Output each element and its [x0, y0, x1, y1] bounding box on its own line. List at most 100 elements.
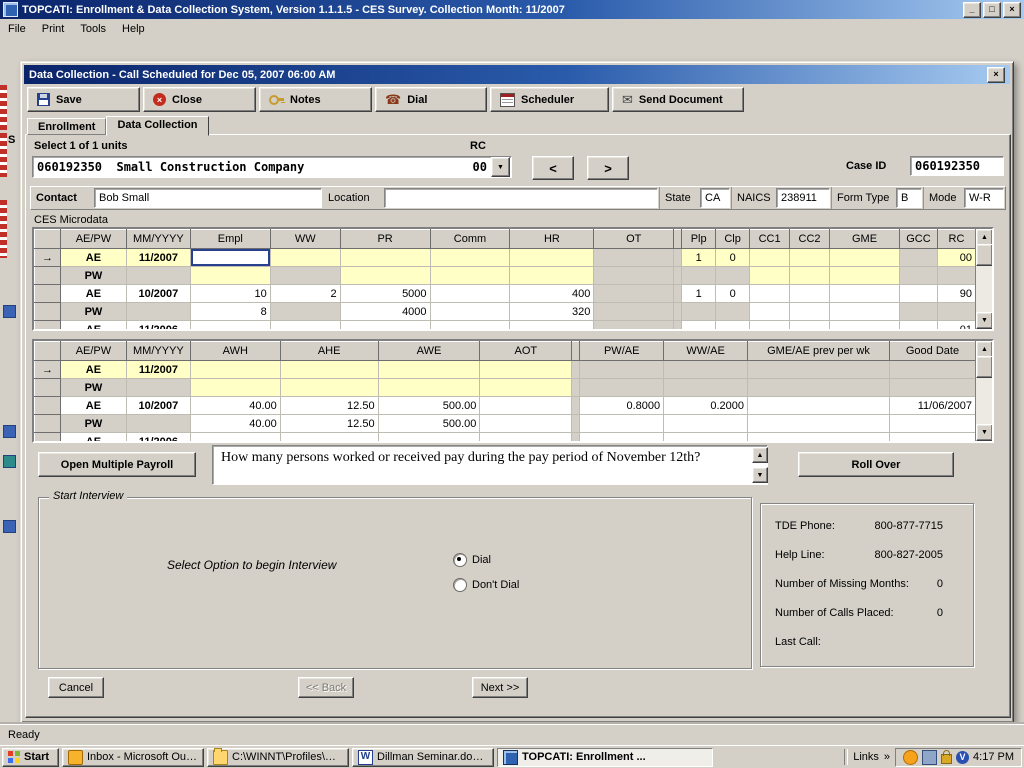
cell-gmeae[interactable] [748, 415, 890, 433]
cell-gooddate[interactable] [889, 433, 975, 442]
network-tray-icon[interactable] [922, 750, 937, 765]
cell-gmeae[interactable] [748, 433, 890, 442]
antivirus-tray-icon[interactable]: V [956, 751, 969, 764]
cell-aepw[interactable]: PW [60, 303, 126, 321]
question-box[interactable]: How many persons worked or received pay … [212, 445, 768, 485]
dialog-close-button[interactable]: × [987, 67, 1005, 83]
cell-wwae[interactable] [664, 361, 748, 379]
cell-hr[interactable] [510, 321, 594, 330]
cell-aepw[interactable]: AE [60, 249, 126, 267]
cell-pr[interactable]: 5000 [340, 285, 430, 303]
cell-awe[interactable] [378, 379, 480, 397]
cell-ahe[interactable] [280, 361, 378, 379]
cell-plp[interactable] [682, 303, 716, 321]
cell-cc1[interactable] [750, 321, 790, 330]
cell-ot[interactable] [594, 249, 674, 267]
cell-gcc[interactable] [899, 267, 937, 285]
links-label[interactable]: Links [853, 751, 879, 763]
cell-ot[interactable] [594, 303, 674, 321]
radio-option-dial[interactable]: Dial [453, 553, 491, 567]
cell-ww[interactable] [270, 321, 340, 330]
cell-wwae[interactable] [664, 415, 748, 433]
cell-month[interactable]: 11/2007 [126, 361, 190, 379]
cell-aepw[interactable]: PW [60, 267, 126, 285]
cell-gmeae[interactable] [748, 379, 890, 397]
cancel-button[interactable]: Cancel [48, 677, 104, 698]
grid1-scrollbar[interactable]: ▲ ▼ [975, 229, 992, 329]
close-dialog-button[interactable]: × Close [143, 87, 256, 112]
cell-month[interactable] [126, 379, 190, 397]
spin-up-icon[interactable]: ▲ [752, 447, 768, 463]
cell-wwae[interactable] [664, 379, 748, 397]
cell-plp[interactable] [682, 267, 716, 285]
dropdown-arrow-icon[interactable]: ▼ [491, 157, 510, 177]
cell-ahe[interactable] [280, 379, 378, 397]
cell-month[interactable]: 10/2007 [126, 285, 190, 303]
cell-pwae[interactable] [580, 433, 664, 442]
cell-aot[interactable] [480, 397, 572, 415]
cell-month[interactable]: 11/2007 [126, 249, 190, 267]
cell-aot[interactable] [480, 379, 572, 397]
cell-aepw[interactable]: AE [60, 321, 126, 330]
restore-button[interactable]: □ [983, 2, 1001, 18]
cell-comm[interactable] [430, 321, 510, 330]
back-button[interactable]: << Back [298, 677, 354, 698]
cell-month[interactable]: 10/2007 [126, 397, 190, 415]
cell-wwae[interactable] [664, 433, 748, 442]
cell-cc2[interactable] [790, 321, 830, 330]
cell-cc2[interactable] [790, 303, 830, 321]
task-topcati[interactable]: TOPCATI: Enrollment ... [497, 748, 713, 767]
cell-gooddate[interactable] [889, 361, 975, 379]
cell-pwae[interactable] [580, 379, 664, 397]
cell-plp[interactable]: 1 [682, 249, 716, 267]
cell-ww[interactable] [270, 303, 340, 321]
cell-month[interactable] [126, 267, 190, 285]
open-multiple-payroll-button[interactable]: Open Multiple Payroll [38, 452, 196, 477]
cell-gme[interactable] [830, 303, 900, 321]
menu-file[interactable]: File [0, 21, 34, 37]
cell-aepw[interactable]: PW [60, 379, 126, 397]
task-word[interactable]: Dillman Seminar.doc - Mic... [352, 748, 494, 767]
cell-gcc[interactable] [899, 285, 937, 303]
cell-ot[interactable] [594, 321, 674, 330]
cell-hr[interactable]: 400 [510, 285, 594, 303]
cell-gme[interactable] [830, 267, 900, 285]
cell-ahe[interactable] [280, 433, 378, 442]
cell-comm[interactable] [430, 285, 510, 303]
cell-pr[interactable]: 4000 [340, 303, 430, 321]
cell-clp[interactable] [716, 267, 750, 285]
minimize-button[interactable]: _ [963, 2, 981, 18]
cell-rc[interactable]: 90 [937, 285, 975, 303]
cell-awh[interactable] [190, 433, 280, 442]
menu-print[interactable]: Print [34, 21, 73, 37]
send-document-button[interactable]: ✉ Send Document [612, 87, 744, 112]
previous-unit-button[interactable]: < [532, 156, 574, 180]
next-button[interactable]: Next >> [472, 677, 528, 698]
cell-awe[interactable]: 500.00 [378, 415, 480, 433]
cell-pr[interactable] [340, 249, 430, 267]
cell-cc1[interactable] [750, 267, 790, 285]
cell-gme[interactable] [830, 321, 900, 330]
grid2-scrollbar[interactable]: ▲ ▼ [975, 341, 992, 441]
roll-over-button[interactable]: Roll Over [798, 452, 954, 477]
cell-aot[interactable] [480, 361, 572, 379]
cell-gooddate[interactable]: 11/06/2007 [889, 397, 975, 415]
cell-plp[interactable] [682, 321, 716, 330]
save-button[interactable]: Save [27, 87, 140, 112]
cell-awh[interactable]: 40.00 [190, 397, 280, 415]
radio-option-dont-dial[interactable]: Don't Dial [453, 578, 519, 592]
cell-cc2[interactable] [790, 267, 830, 285]
scroll-thumb[interactable] [976, 244, 993, 266]
tab-data-collection[interactable]: Data Collection [106, 116, 208, 136]
cell-hr[interactable] [510, 249, 594, 267]
cell-clp[interactable] [716, 321, 750, 330]
menu-help[interactable]: Help [114, 21, 153, 37]
lock-tray-icon[interactable] [941, 754, 952, 764]
cell-rc[interactable]: 01 [937, 321, 975, 330]
cell-awe[interactable] [378, 433, 480, 442]
cell-comm[interactable] [430, 249, 510, 267]
cell-month[interactable]: 11/2006 [126, 433, 190, 442]
unit-combobox[interactable]: 060192350 Small Construction Company 00 … [32, 156, 512, 178]
cell-comm[interactable] [430, 303, 510, 321]
cell-ww[interactable]: 2 [270, 285, 340, 303]
